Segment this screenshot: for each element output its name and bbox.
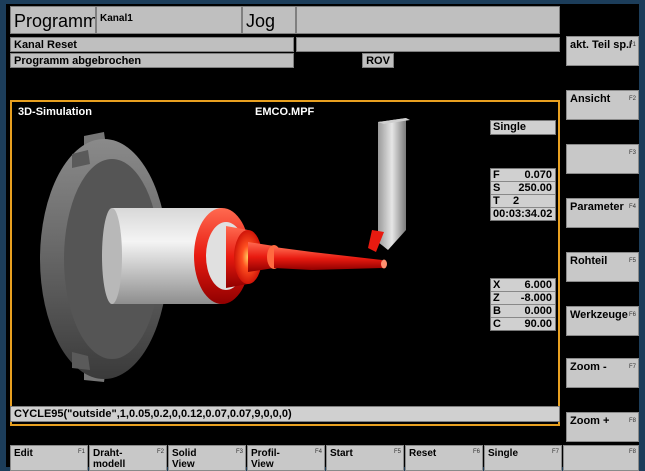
simulation-window: 3D-Simulation EMCO.MPF Single F 0.070 S … <box>10 100 560 426</box>
param-row-speed: S 250.00 <box>491 182 555 195</box>
softkey-current-part[interactable]: akt. Teil sp./F1 <box>566 36 639 66</box>
feed-spindle-tool-panel: F 0.070 S 250.00 T2 00:03:34.02 <box>490 168 556 221</box>
channel-status: Kanal Reset <box>10 37 294 52</box>
axis-row-b: B 0.000 <box>491 305 555 318</box>
mode-field: Programm <box>10 6 96 34</box>
operation-mode-field: Jog <box>242 6 296 34</box>
axis-row-c: C 90.00 <box>493 318 552 330</box>
softkey-f8[interactable]: F8 <box>563 445 639 471</box>
softkey-view[interactable]: Ansicht F2 <box>566 90 639 120</box>
softkey-zoom-out[interactable]: Zoom - F7 <box>566 358 639 388</box>
softkey-solid-view[interactable]: Solid View F3 <box>168 445 246 471</box>
param-row-feed: F 0.070 <box>491 169 555 182</box>
workpiece <box>102 208 387 304</box>
softkey-reset[interactable]: Reset F6 <box>405 445 483 471</box>
softkey-start[interactable]: Start F5 <box>326 445 404 471</box>
program-status: Programm abgebrochen <box>10 53 294 68</box>
sim-mode-field: Single <box>490 120 556 135</box>
param-row-time: 00:03:34.02 <box>493 208 553 220</box>
softkey-parameter[interactable]: Parameter F4 <box>566 198 639 228</box>
axis-row-z: Z -8.000 <box>491 292 555 305</box>
softkey-blank-part[interactable]: Rohteil F5 <box>566 252 639 282</box>
softkey-f3[interactable]: F3 <box>566 144 639 174</box>
rov-indicator: ROV <box>362 53 394 68</box>
header-blank <box>296 6 560 34</box>
softkey-tools[interactable]: Werkzeuge F6 <box>566 306 639 336</box>
axis-position-panel: X 6.000 Z -8.000 B 0.000 C 90.00 <box>490 278 556 331</box>
cutting-tool <box>368 118 410 252</box>
cycle-line: CYCLE95("outside",1,0.05,0.2,0,0.12,0.07… <box>10 406 560 422</box>
softkey-single[interactable]: Single F7 <box>484 445 562 471</box>
status-blank <box>296 37 560 52</box>
softkey-edit[interactable]: Edit F1 <box>10 445 88 471</box>
softkey-wireframe[interactable]: Draht-modell F2 <box>89 445 167 471</box>
axis-row-x: X 6.000 <box>491 279 555 292</box>
softkey-profile-view[interactable]: Profil-View F4 <box>247 445 325 471</box>
channel-field: Kanal1 <box>96 6 242 34</box>
param-row-tool: T2 <box>491 195 555 208</box>
workpiece-3d-view <box>40 118 410 382</box>
softkey-zoom-in[interactable]: Zoom + F8 <box>566 412 639 442</box>
